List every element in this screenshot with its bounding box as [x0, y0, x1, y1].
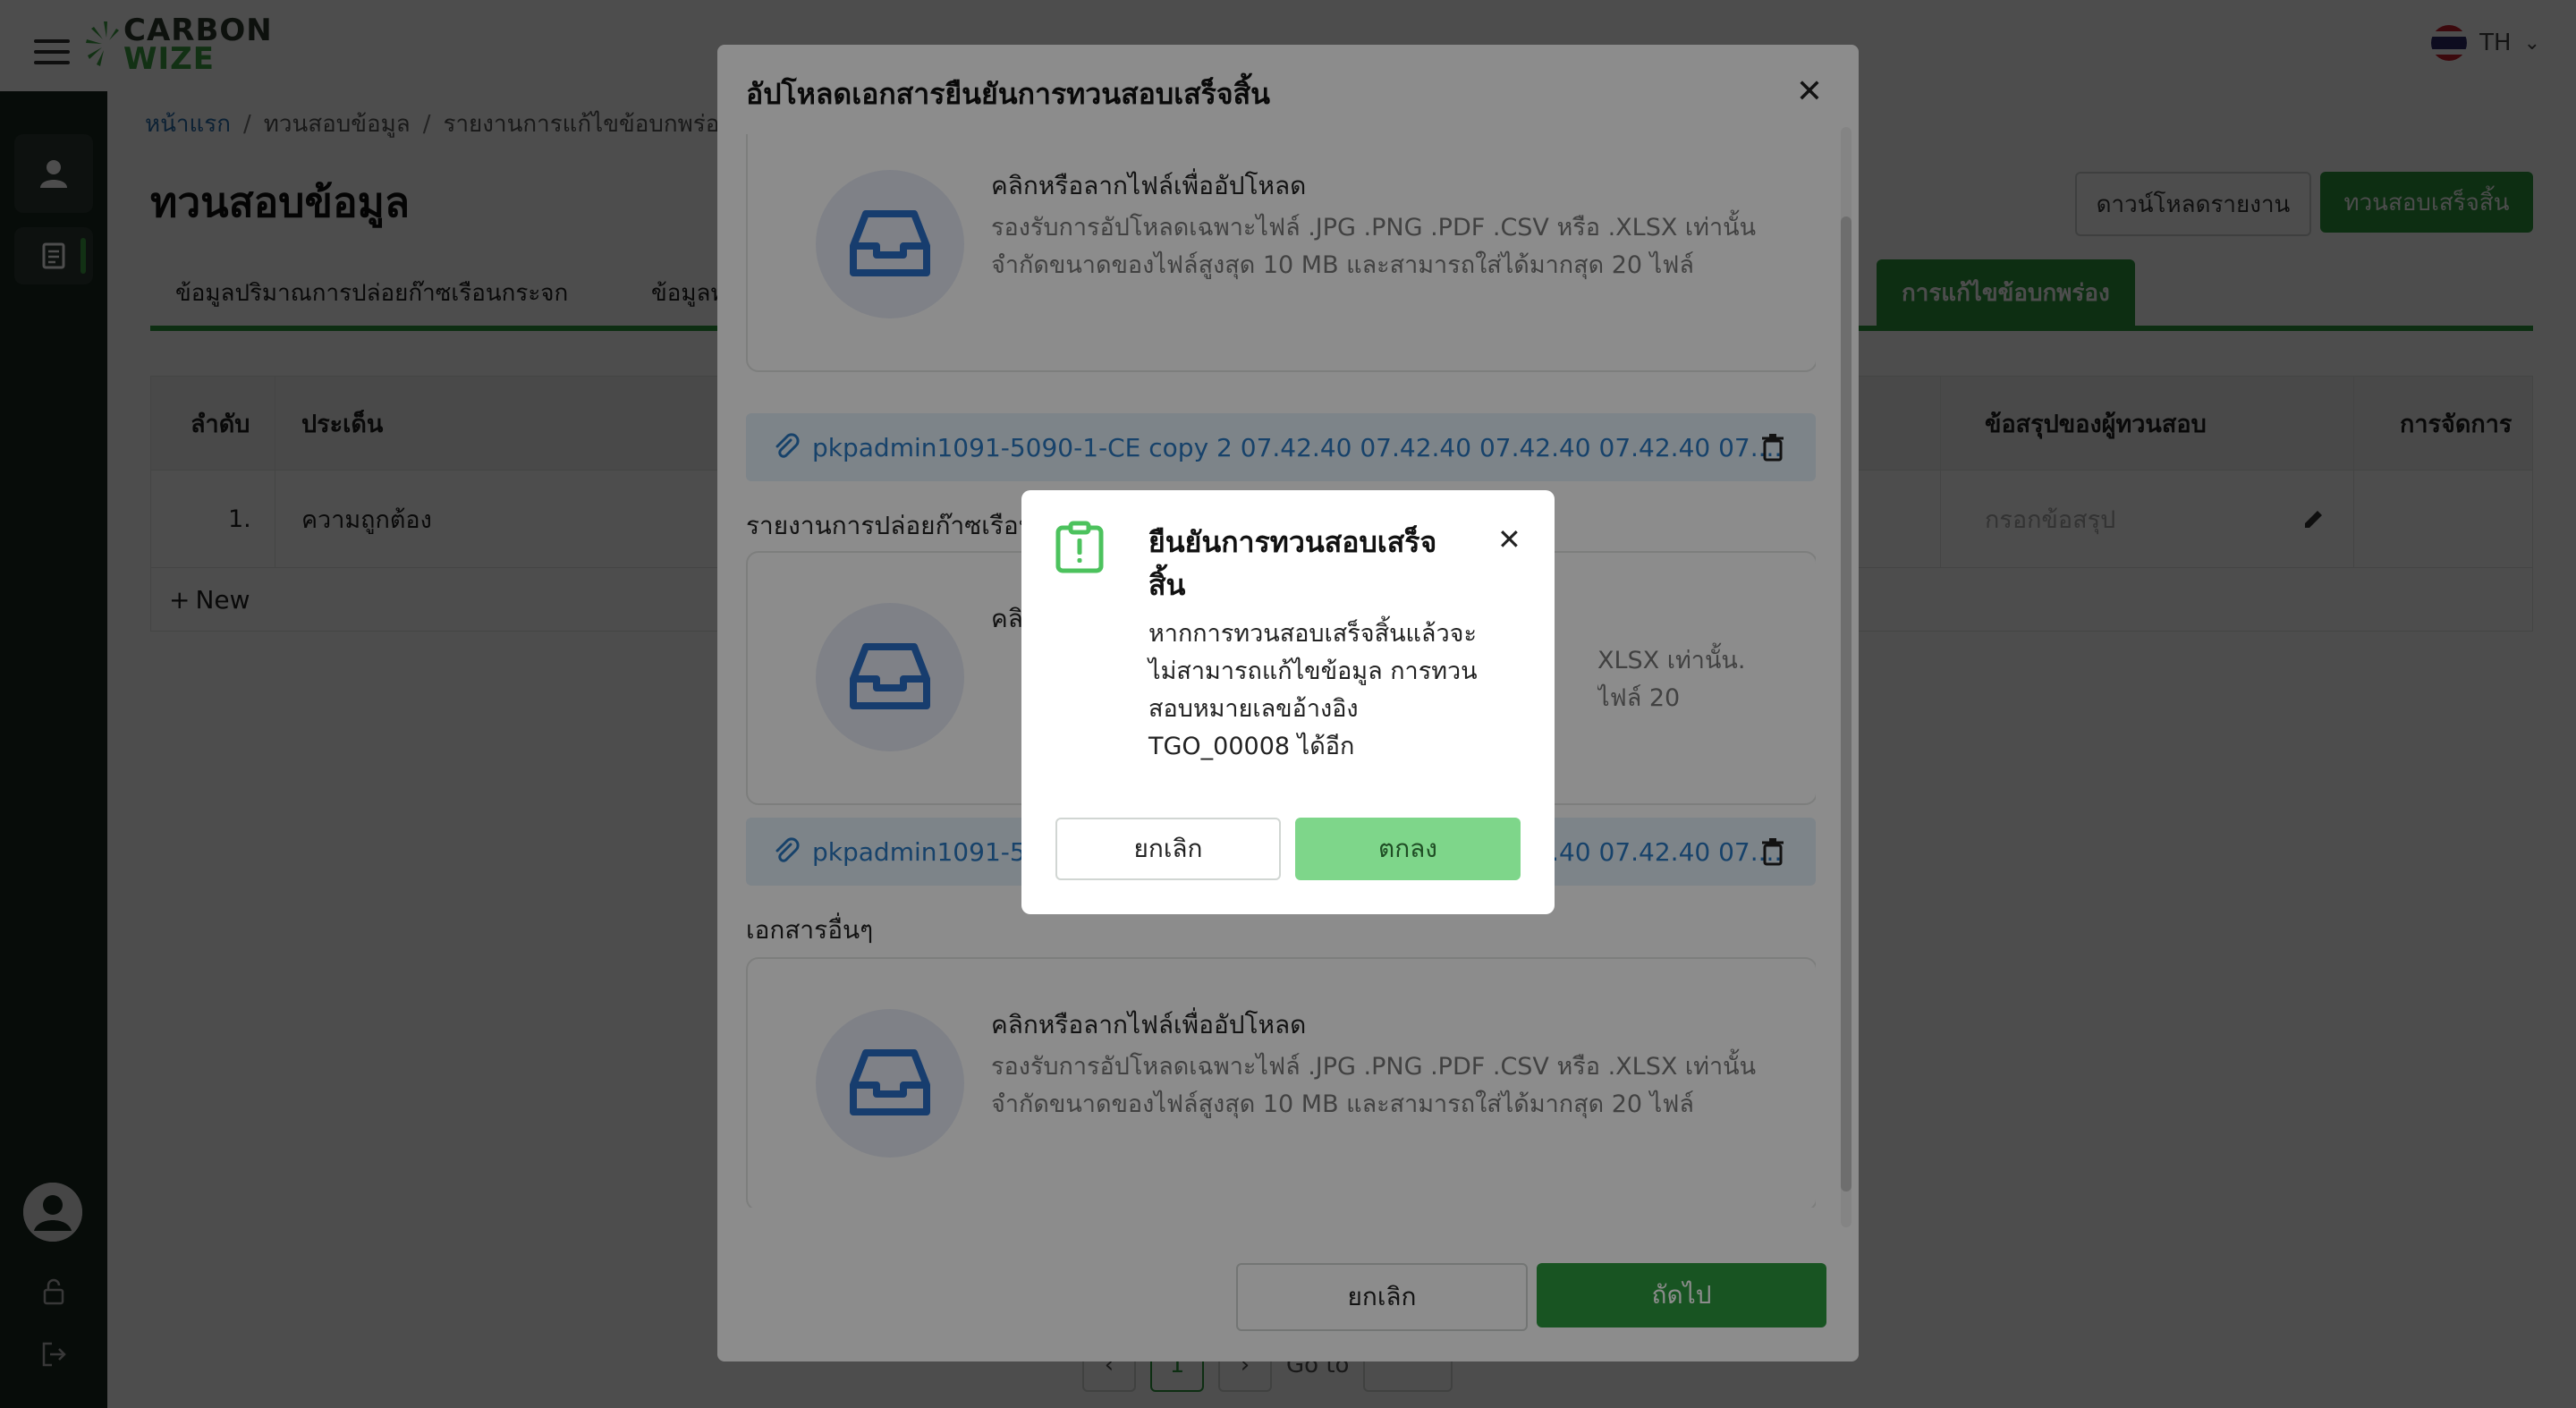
clipboard-alert-icon — [1055, 521, 1104, 573]
confirm-message-line: หากการทวนสอบเสร็จสิ้นแล้วจะ — [1148, 620, 1477, 648]
close-icon[interactable]: ✕ — [1497, 522, 1521, 556]
confirm-message-line: สอบหมายเลขอ้างอิง — [1148, 695, 1359, 723]
confirm-message: หากการทวนสอบเสร็จสิ้นแล้วจะ ไม่สามารถแก้… — [1148, 615, 1506, 766]
confirm-title: ยืนยันการทวนสอบเสร็จสิ้น — [1148, 525, 1437, 602]
confirm-message-line: ไม่สามารถแก้ไขข้อมูล การทวน — [1148, 657, 1478, 685]
confirm-ok-button[interactable]: ตกลง — [1295, 818, 1521, 880]
confirm-dialog: ยืนยันการทวนสอบเสร็จสิ้น ✕ หากการทวนสอบเ… — [1021, 490, 1555, 914]
confirm-cancel-button[interactable]: ยกเลิก — [1055, 818, 1281, 880]
confirm-message-line: TGO_00008 ได้อีก — [1148, 733, 1355, 760]
